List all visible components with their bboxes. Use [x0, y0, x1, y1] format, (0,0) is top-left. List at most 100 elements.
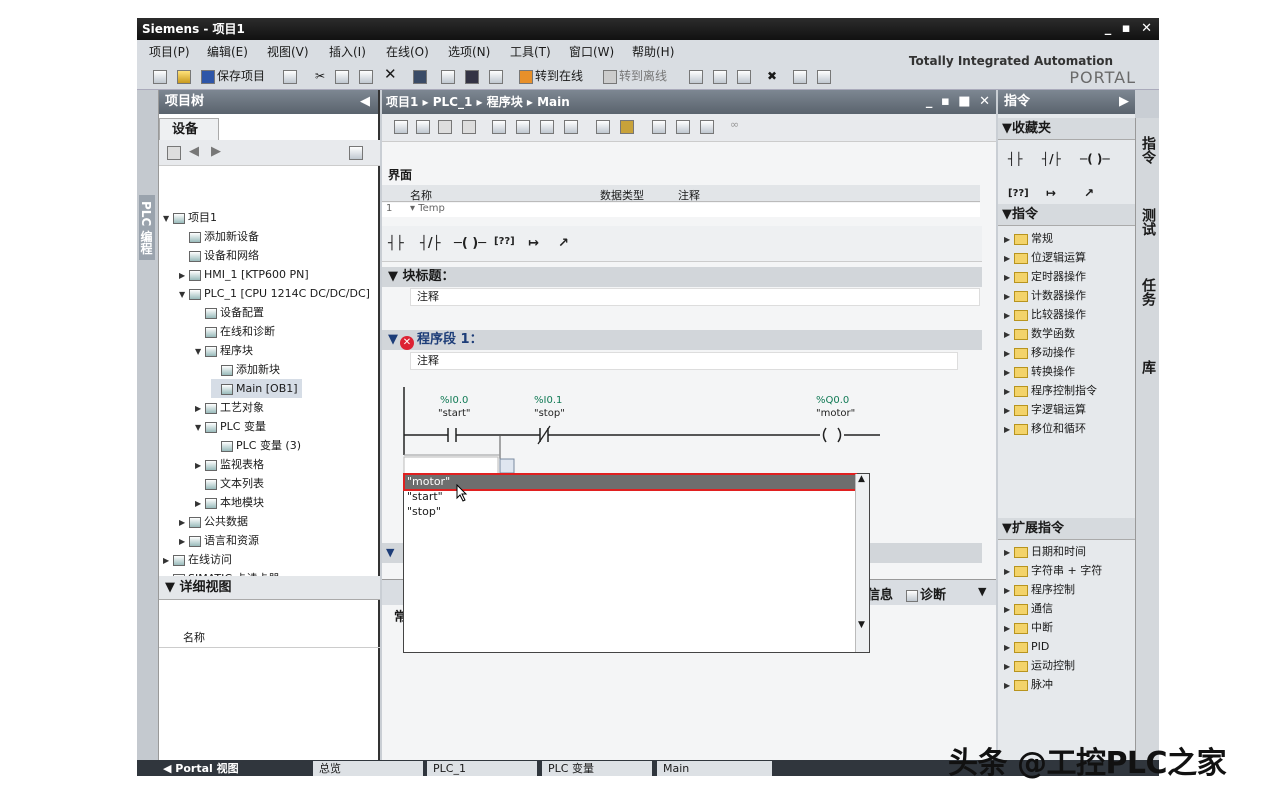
fav-no-contact[interactable]: ┤├: [1008, 152, 1022, 166]
menu-edit[interactable]: 编辑(E): [207, 43, 248, 60]
tree-item[interactable]: 添加新块: [211, 360, 280, 379]
collapsed-icon[interactable]: ▶: [179, 266, 189, 285]
collapsed-icon[interactable]: ▶: [1004, 306, 1014, 325]
print-icon[interactable]: [283, 68, 299, 84]
open-branch-button[interactable]: ↦: [528, 236, 539, 251]
interface-row-temp[interactable]: 1 ▾ Temp: [382, 203, 980, 217]
collapsed-icon[interactable]: ▶: [1004, 249, 1014, 268]
collapsed-icon[interactable]: ▶: [1004, 325, 1014, 344]
collapsed-icon[interactable]: ▶: [1004, 600, 1014, 619]
collapsed-icon[interactable]: ▶: [1004, 638, 1014, 657]
coil-address[interactable]: %Q0.0: [816, 395, 849, 406]
extended-instruction-folder[interactable]: ▶ 中断: [1004, 618, 1053, 637]
open-project-icon[interactable]: [177, 68, 193, 84]
fav-coil[interactable]: ─( )─: [1080, 152, 1110, 166]
detail-column-name[interactable]: 名称: [159, 628, 380, 648]
autocomplete-item-selected[interactable]: "motor": [403, 473, 857, 491]
editor-window-controls[interactable]: _ ▪ ■ ✕: [926, 90, 992, 114]
collapsed-icon[interactable]: ▶: [1004, 363, 1014, 382]
menu-view[interactable]: 视图(V): [267, 43, 309, 60]
update-calls-icon[interactable]: [700, 120, 716, 134]
fav-empty-box[interactable]: [??]: [1008, 188, 1029, 199]
contact1-address[interactable]: %I0.0: [440, 395, 468, 406]
collapse-right-icon[interactable]: ▶: [1119, 90, 1129, 114]
tree-item[interactable]: ▶ 在线访问: [163, 550, 232, 569]
absolute-operands-icon[interactable]: [564, 120, 580, 134]
fav-close-branch[interactable]: ↗: [1084, 186, 1094, 200]
tab-devices[interactable]: 设备: [159, 118, 219, 140]
task-overview[interactable]: 总览: [313, 761, 423, 776]
tree-item[interactable]: 文本列表: [195, 474, 264, 493]
expand-networks-icon[interactable]: [492, 120, 508, 134]
accessible-devices-icon[interactable]: [689, 68, 705, 84]
network-1-title[interactable]: ▼ ✕ 程序段 1：: [382, 330, 982, 350]
goto-next-error-icon[interactable]: [676, 120, 692, 134]
goto-error-icon[interactable]: [652, 120, 668, 134]
tree-item[interactable]: ▼ PLC 变量: [195, 417, 266, 436]
autocomplete-item-start[interactable]: "start": [407, 490, 443, 504]
tree-item[interactable]: PLC 变量 (3): [211, 436, 301, 455]
tree-item[interactable]: ▶ 监视表格: [195, 455, 264, 474]
coil-tag[interactable]: "motor": [816, 408, 855, 419]
instruction-folder[interactable]: ▶ 计数器操作: [1004, 286, 1086, 305]
block-comment[interactable]: 注释: [410, 288, 980, 306]
cross-reference-icon[interactable]: ✖: [767, 68, 777, 84]
collapsed-icon[interactable]: ▶: [195, 456, 205, 475]
instruction-folder[interactable]: ▶ 常规: [1004, 229, 1053, 248]
tree-item[interactable]: ▶ HMI_1 [KTP600 PN]: [179, 265, 309, 284]
tree-item[interactable]: ▶ 工艺对象: [195, 398, 264, 417]
tab-diagnostics[interactable]: 诊断: [906, 584, 946, 603]
tree-item[interactable]: ▼ PLC_1 [CPU 1214C DC/DC/DC]: [179, 284, 370, 303]
task-plc-tags[interactable]: PLC 变量: [542, 761, 652, 776]
task-main[interactable]: Main: [657, 761, 772, 776]
contact2-tag[interactable]: "stop": [534, 408, 565, 419]
collapsed-icon[interactable]: ▶: [1004, 401, 1014, 420]
vtab-plc-programming[interactable]: PLC 编程: [139, 195, 155, 261]
go-online-button[interactable]: 转到在线: [519, 68, 583, 84]
collapsed-icon[interactable]: ▶: [1004, 657, 1014, 676]
delete-icon[interactable]: ✕: [384, 66, 397, 82]
vtab-testing[interactable]: 测试: [1138, 208, 1158, 236]
collapse-networks-icon[interactable]: [516, 120, 532, 134]
vtab-libraries[interactable]: 库: [1138, 360, 1158, 374]
instruction-folder[interactable]: ▶ 位逻辑运算: [1004, 248, 1086, 267]
instruction-folder[interactable]: ▶ 数学函数: [1004, 324, 1075, 343]
download-icon[interactable]: [441, 68, 457, 84]
split-horizontal-icon[interactable]: [793, 68, 809, 84]
favorites-section[interactable]: ▼收藏夹: [998, 118, 1135, 140]
collapsed-icon[interactable]: ▶: [195, 494, 205, 513]
instruction-folder[interactable]: ▶ 转换操作: [1004, 362, 1075, 381]
collapsed-icon[interactable]: ▶: [1004, 382, 1014, 401]
fav-open-branch[interactable]: ↦: [1046, 186, 1056, 200]
extended-instruction-folder[interactable]: ▶ 运动控制: [1004, 656, 1075, 675]
tree-item[interactable]: ▶ 本地模块: [195, 493, 264, 512]
collapsed-icon[interactable]: ▶: [1004, 619, 1014, 638]
collapse-left-icon[interactable]: ◀: [360, 90, 370, 114]
insert-network-icon[interactable]: [394, 120, 410, 134]
menu-insert[interactable]: 插入(I): [329, 43, 366, 60]
collapsed-icon[interactable]: ▶: [1004, 287, 1014, 306]
comments-icon[interactable]: [540, 120, 556, 134]
scroll-up-icon[interactable]: ▲: [858, 474, 865, 484]
start-cpu-icon[interactable]: [713, 68, 729, 84]
cut-icon[interactable]: ✂: [315, 68, 325, 84]
col-datatype[interactable]: 数据类型: [600, 187, 644, 203]
delete-network-icon[interactable]: [416, 120, 432, 134]
instruction-bar-icon[interactable]: [620, 120, 636, 134]
menu-window[interactable]: 窗口(W): [569, 43, 614, 60]
contact2-address[interactable]: %I0.1: [534, 395, 562, 406]
extended-instruction-folder[interactable]: ▶ 脉冲: [1004, 675, 1053, 694]
collapsed-icon[interactable]: ▶: [1004, 676, 1014, 695]
extended-instruction-folder[interactable]: ▶ 通信: [1004, 599, 1053, 618]
extended-instruction-folder[interactable]: ▶ 字符串 + 字符: [1004, 561, 1102, 580]
no-contact-button[interactable]: ┤├: [388, 236, 404, 251]
simulate-icon[interactable]: [489, 68, 505, 84]
window-controls[interactable]: _ ▪ ✕: [1105, 18, 1155, 40]
collapsed-icon[interactable]: ▶: [1004, 230, 1014, 249]
collapsed-icon[interactable]: ▶: [195, 399, 205, 418]
tree-item[interactable]: ▶ 公共数据: [179, 512, 248, 531]
empty-box-button[interactable]: [??]: [494, 236, 515, 247]
col-name[interactable]: 名称: [410, 187, 432, 203]
menu-tools[interactable]: 工具(T): [510, 43, 551, 60]
detail-view-header[interactable]: ▼ 详细视图: [159, 576, 380, 600]
